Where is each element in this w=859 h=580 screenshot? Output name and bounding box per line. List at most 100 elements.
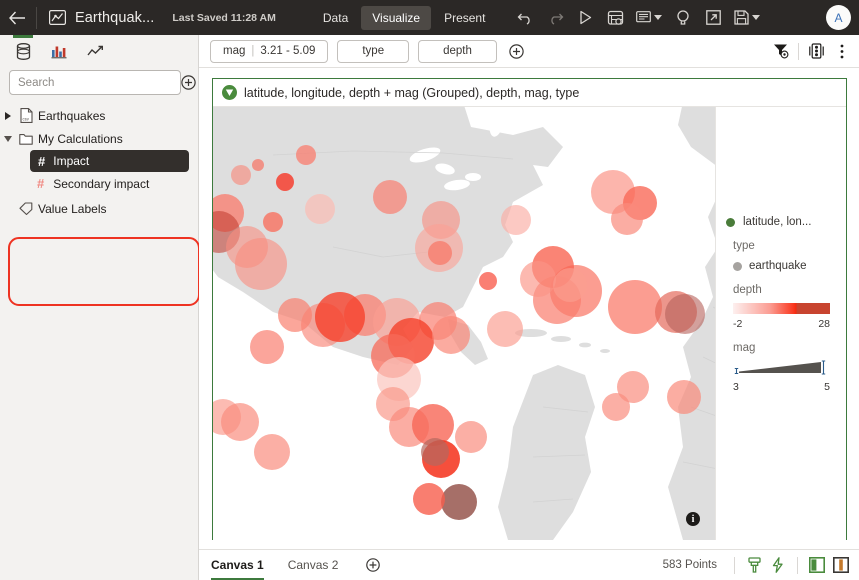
chip-field: mag: [223, 45, 245, 57]
tab-canvas-2[interactable]: Canvas 2: [288, 550, 339, 580]
chevron-down-icon[interactable]: [752, 15, 760, 20]
export-icon[interactable]: [698, 3, 728, 33]
data-point[interactable]: [428, 241, 452, 265]
mode-nav: Data Visualize Present: [312, 6, 497, 30]
legend-mag-size[interactable]: [733, 360, 830, 378]
data-point[interactable]: [315, 292, 365, 342]
map-canvas[interactable]: [213, 107, 742, 540]
data-point[interactable]: [373, 180, 407, 214]
visualization-body[interactable]: latitude, lon... type earthquake depth -…: [213, 107, 846, 540]
color-palette-icon[interactable]: [803, 38, 829, 64]
legend-depth-gradient[interactable]: [733, 303, 830, 314]
csv-file-icon: csv: [16, 108, 36, 123]
divider: [36, 7, 37, 29]
add-canvas-button[interactable]: [362, 558, 384, 572]
data-point[interactable]: [487, 311, 523, 347]
chevron-down-icon[interactable]: [0, 136, 16, 142]
tree-item-earthquakes[interactable]: csv Earthquakes: [0, 104, 198, 127]
legend-mag-max: 5: [824, 381, 830, 393]
database-search-icon[interactable]: [600, 3, 630, 33]
map-marker-icon: [222, 85, 237, 100]
filter-settings-icon[interactable]: [768, 38, 794, 64]
legend-category-earthquake[interactable]: earthquake: [716, 260, 846, 272]
redo-icon[interactable]: [540, 3, 570, 33]
back-button[interactable]: [0, 0, 34, 35]
document-title[interactable]: Earthquak...: [75, 10, 154, 26]
more-options-icon[interactable]: [829, 38, 855, 64]
chip-field: type: [362, 45, 384, 57]
data-point[interactable]: [432, 316, 470, 354]
tree-item-impact[interactable]: # Impact: [30, 150, 189, 172]
data-point[interactable]: [413, 483, 445, 515]
lightbulb-icon[interactable]: [668, 3, 698, 33]
top-bar: Earthquak... Last Saved 11:28 AM Data Vi…: [0, 0, 859, 35]
data-point[interactable]: [421, 438, 449, 466]
legend-category-dot: [733, 262, 742, 271]
last-saved-label: Last Saved 11:28 AM: [172, 12, 276, 24]
bottom-bar: Canvas 1 Canvas 2 583 Points: [199, 549, 859, 580]
data-point[interactable]: [520, 261, 556, 297]
legend-depth-min: -2: [733, 318, 742, 330]
data-point[interactable]: [296, 145, 316, 165]
tab-canvas-1[interactable]: Canvas 1: [211, 550, 264, 580]
search-input[interactable]: [9, 70, 181, 95]
sidebar-tab-trends[interactable]: [79, 35, 111, 68]
tree-item-my-calculations[interactable]: My Calculations: [0, 127, 198, 150]
undo-icon[interactable]: [510, 3, 540, 33]
chip-field: depth: [443, 45, 472, 57]
tree-item-value-labels[interactable]: Value Labels: [0, 197, 198, 220]
divider: [797, 557, 798, 574]
data-point[interactable]: [501, 205, 531, 235]
visualization-header: latitude, longitude, depth + mag (Groupe…: [213, 79, 846, 107]
avatar[interactable]: A: [826, 5, 851, 30]
data-point[interactable]: [254, 434, 290, 470]
filter-chip-row: mag | 3.21 - 5.09 type depth: [199, 35, 859, 68]
data-point[interactable]: [305, 194, 335, 224]
filter-chip-depth[interactable]: depth: [418, 40, 497, 63]
divider: [734, 557, 735, 574]
data-point[interactable]: [235, 238, 287, 290]
data-point[interactable]: [602, 393, 630, 421]
add-filter-button[interactable]: [506, 44, 528, 59]
data-point[interactable]: [441, 484, 477, 520]
data-point[interactable]: [276, 173, 294, 191]
folder-icon: [16, 133, 36, 145]
bottom-bar-right: 583 Points: [663, 553, 859, 577]
add-item-button[interactable]: [181, 75, 196, 90]
nav-present[interactable]: Present: [433, 6, 496, 30]
nav-data[interactable]: Data: [312, 6, 359, 30]
data-point[interactable]: [252, 159, 264, 171]
data-point[interactable]: [263, 212, 283, 232]
filter-chip-type[interactable]: type: [337, 40, 409, 63]
nav-visualize[interactable]: Visualize: [361, 6, 431, 30]
chevron-right-icon[interactable]: [0, 112, 16, 120]
data-point[interactable]: [250, 330, 284, 364]
data-point[interactable]: [479, 272, 497, 290]
data-point[interactable]: [553, 268, 587, 302]
sidebar-tab-charts[interactable]: [43, 35, 75, 68]
data-point[interactable]: [455, 421, 487, 453]
sidebar-tab-data[interactable]: [7, 35, 39, 68]
data-point[interactable]: [278, 298, 312, 332]
panel-right-icon[interactable]: [805, 553, 829, 577]
filter-chip-mag[interactable]: mag | 3.21 - 5.09: [210, 40, 328, 63]
play-icon[interactable]: [570, 3, 600, 33]
data-point[interactable]: [611, 203, 643, 235]
data-point[interactable]: [665, 294, 705, 334]
tree-item-secondary-impact[interactable]: # Secondary impact: [0, 172, 198, 195]
chevron-down-icon[interactable]: [654, 15, 662, 20]
save-icon[interactable]: [728, 3, 766, 33]
data-point[interactable]: [608, 280, 662, 334]
panel-split-icon[interactable]: [829, 553, 853, 577]
legend-mag-scale: 3 5: [733, 381, 830, 393]
divider: [798, 43, 799, 60]
info-icon[interactable]: i: [686, 512, 700, 526]
data-point[interactable]: [667, 380, 701, 414]
comment-icon[interactable]: [630, 3, 668, 33]
legend-color-dot: [726, 218, 735, 227]
toolbar-icons: [510, 3, 766, 33]
legend-section-depth: depth: [716, 284, 846, 296]
lightning-icon[interactable]: [766, 553, 790, 577]
brush-icon[interactable]: [742, 553, 766, 577]
data-point[interactable]: [231, 165, 251, 185]
